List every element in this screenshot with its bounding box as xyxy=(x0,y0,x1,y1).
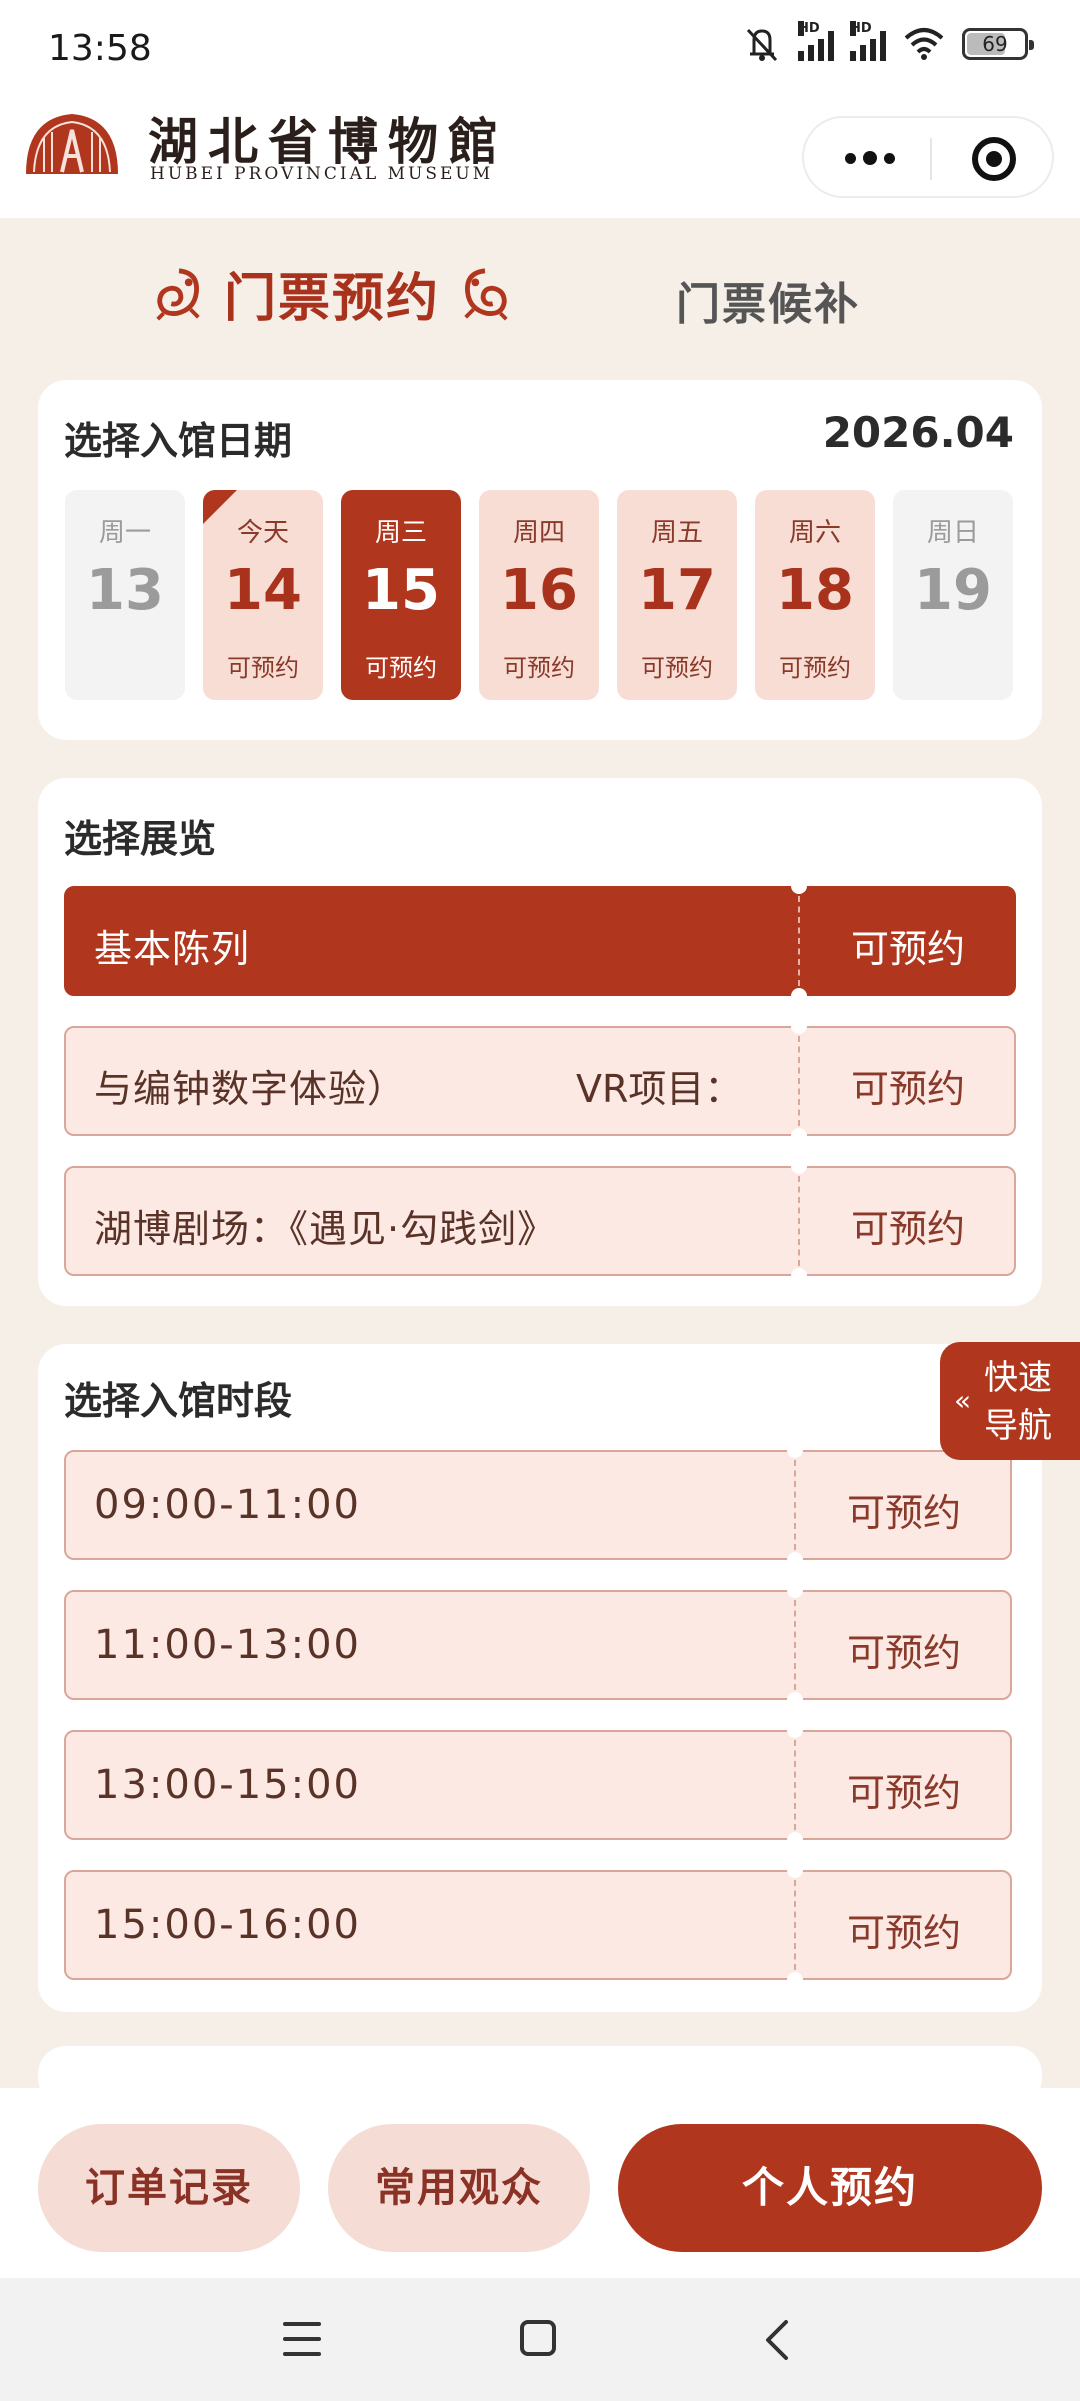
battery-icon: 69 xyxy=(962,28,1034,60)
close-program-icon[interactable] xyxy=(972,137,1016,181)
app-header: 湖北省博物館 HUBEI PROVINCIAL MUSEUM xyxy=(0,100,1080,218)
tab-label-active: 门票预约 xyxy=(224,269,441,329)
weekday: 周三 xyxy=(374,518,427,548)
time-slot-1100[interactable]: 11:00-13:00 可预约 xyxy=(64,1582,1012,1708)
availability: 可预约 xyxy=(846,1491,961,1535)
day-today-14[interactable]: 今天 14 可预约 xyxy=(203,490,323,700)
system-navigation-bar xyxy=(0,2278,1080,2401)
signal-icon: HD xyxy=(798,21,834,61)
mute-icon xyxy=(746,28,778,62)
ticket-tabs: 门票预约 门票候补 xyxy=(0,230,1080,360)
bottom-action-bar: 订单记录 常用观众 个人预约 xyxy=(0,2088,1080,2278)
signal-icon-2: HD xyxy=(850,21,886,61)
availability: 可预约 xyxy=(503,654,575,682)
tab-ticket-waitlist[interactable]: 门票候补 xyxy=(676,268,860,332)
time-slot-1500[interactable]: 15:00-16:00 可预约 xyxy=(64,1862,1012,1988)
date-number: 15 xyxy=(362,558,440,623)
time-slot-card: 选择入馆时段 09:00-11:00 可预约 11:00-13:00 可预约 1… xyxy=(38,1344,1042,2012)
more-icon[interactable] xyxy=(842,140,898,176)
availability: 可预约 xyxy=(227,654,299,682)
menu-icon[interactable] xyxy=(283,2322,321,2356)
wifi-icon xyxy=(904,28,944,60)
availability: 可预约 xyxy=(846,1771,961,1815)
dragon-ornament-icon xyxy=(156,267,200,321)
day-sat-18[interactable]: 周六 18 可预约 xyxy=(755,490,875,700)
section-title: 选择入馆日期 xyxy=(64,419,293,463)
weekday: 周日 xyxy=(926,518,979,548)
availability: 可预约 xyxy=(850,1207,965,1251)
home-icon[interactable] xyxy=(520,2320,556,2356)
month-label: 2026.04 xyxy=(822,408,1014,457)
day-wed-15[interactable]: 周三 15 可预约 xyxy=(341,490,461,700)
date-number: 18 xyxy=(776,558,854,623)
status-icons: HD HD 69 xyxy=(742,21,1034,62)
exhibition-option-theater[interactable]: 湖博剧场：《遇见·勾践剑》 可预约 xyxy=(64,1158,1016,1284)
battery-level: 69 xyxy=(982,32,1008,56)
weekday: 周四 xyxy=(512,518,565,548)
section-title: 选择入馆时段 xyxy=(64,1379,293,1423)
weekday: 周五 xyxy=(650,518,703,548)
frequent-visitors-button[interactable]: 常用观众 xyxy=(328,2124,590,2252)
time-range: 09:00-11:00 xyxy=(94,1482,361,1528)
museum-logo-icon xyxy=(26,114,118,174)
date-number: 16 xyxy=(500,558,578,623)
time-range: 11:00-13:00 xyxy=(94,1622,361,1668)
museum-name-en: HUBEI PROVINCIAL MUSEUM xyxy=(150,164,494,184)
date-selection-card: 选择入馆日期 2026.04 周一 13 今天 14 可预约 周三 15 可预约… xyxy=(38,380,1042,740)
exhibition-option-basic[interactable]: 基本陈列 可预约 xyxy=(64,878,1016,1004)
availability: 可预约 xyxy=(850,927,965,971)
hd-label-2: HD xyxy=(850,21,872,36)
clock: 13:58 xyxy=(48,28,152,69)
time-range: 13:00-15:00 xyxy=(94,1762,361,1808)
order-records-button[interactable]: 订单记录 xyxy=(38,2124,300,2252)
day-thu-16[interactable]: 周四 16 可预约 xyxy=(479,490,599,700)
weekday: 周六 xyxy=(788,518,841,548)
personal-booking-button[interactable]: 个人预约 xyxy=(618,2124,1042,2252)
day-fri-17[interactable]: 周五 17 可预约 xyxy=(617,490,737,700)
weekday: 今天 xyxy=(236,518,289,548)
date-number: 13 xyxy=(86,558,164,623)
status-bar: 13:58 HD HD 69 xyxy=(0,0,1080,100)
time-slot-1300[interactable]: 13:00-15:00 可预约 xyxy=(64,1722,1012,1848)
availability: 可预约 xyxy=(846,1631,961,1675)
exhibition-name-extra: VR项目： xyxy=(576,1067,743,1111)
hd-label: HD xyxy=(798,21,820,36)
exhibition-selection-card: 选择展览 基本陈列 可预约 与编钟数字体验） VR项目： 可预约 湖博剧场：《遇… xyxy=(38,778,1042,1306)
time-slot-0900[interactable]: 09:00-11:00 可预约 xyxy=(64,1442,1012,1568)
weekday: 周一 xyxy=(98,518,151,548)
back-icon[interactable] xyxy=(758,2318,798,2362)
quick-nav-button[interactable]: « 快速导航 xyxy=(940,1342,1080,1460)
availability: 可预约 xyxy=(365,654,437,682)
quick-nav-label: 快速导航 xyxy=(984,1358,1052,1446)
day-mon-13: 周一 13 xyxy=(65,490,185,700)
section-title: 选择展览 xyxy=(64,817,217,861)
dragon-ornament-icon xyxy=(464,267,508,321)
date-number: 17 xyxy=(638,558,716,623)
availability: 可预约 xyxy=(779,654,851,682)
availability: 可预约 xyxy=(850,1067,965,1111)
date-number: 14 xyxy=(224,558,302,623)
availability: 可预约 xyxy=(846,1911,961,1955)
availability: 可预约 xyxy=(641,654,713,682)
exhibition-name: 与编钟数字体验） xyxy=(94,1067,407,1111)
day-sun-19: 周日 19 xyxy=(893,490,1013,700)
date-picker: 周一 13 今天 14 可预约 周三 15 可预约 周四 16 可预约 周五 1… xyxy=(65,490,1013,700)
exhibition-name: 基本陈列 xyxy=(94,927,251,971)
mini-program-capsule xyxy=(802,116,1054,198)
exhibition-option-vr[interactable]: 与编钟数字体验） VR项目： 可预约 xyxy=(64,1018,1016,1144)
time-range: 15:00-16:00 xyxy=(94,1902,361,1948)
exhibition-name: 湖博剧场：《遇见·勾践剑》 xyxy=(94,1207,557,1251)
date-number: 19 xyxy=(914,558,992,623)
double-chevron-left-icon: « xyxy=(954,1384,972,1417)
tab-ticket-booking[interactable]: 门票预约 xyxy=(150,256,514,331)
